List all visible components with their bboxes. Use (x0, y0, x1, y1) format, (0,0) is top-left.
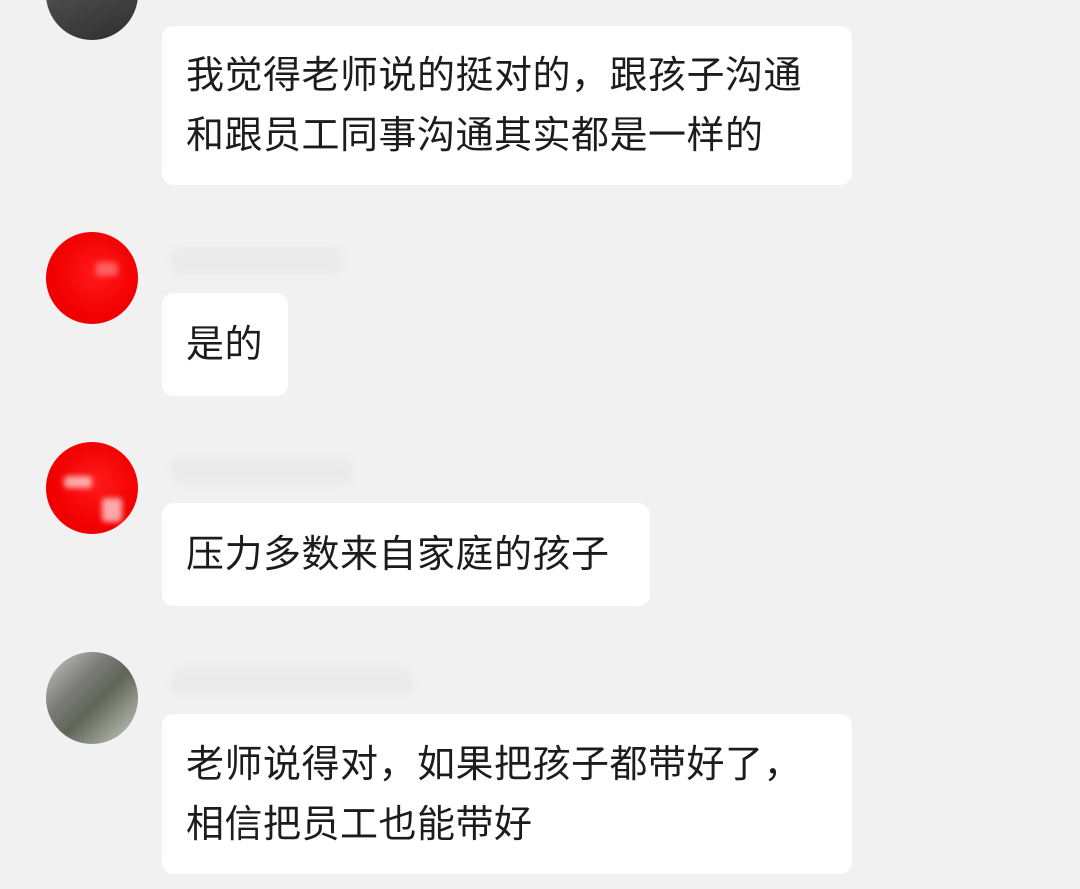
username-redacted (172, 668, 412, 694)
username-redacted (172, 458, 352, 484)
avatar-smudge (64, 476, 92, 488)
message-text-line: 老师说得对，如果把孩子都带好了， (186, 742, 803, 786)
message-text-line: 我觉得老师说的挺对的，跟孩子沟通 (186, 53, 803, 97)
message-bubble[interactable]: 压力多数来自家庭的孩子 (162, 503, 650, 606)
avatar[interactable] (46, 232, 138, 324)
message-text-line: 压力多数来自家庭的孩子 (186, 532, 610, 576)
message-text-line: 和跟员工同事沟通其实都是一样的 (186, 113, 764, 157)
message-text-line: 是的 (186, 322, 264, 366)
avatar-smudge (102, 498, 122, 522)
avatar[interactable] (46, 652, 138, 744)
avatar[interactable] (46, 442, 138, 534)
avatar[interactable] (46, 0, 138, 40)
message-text-line: 相信把员工也能带好 (186, 802, 533, 846)
avatar-smudge (96, 262, 118, 276)
username-redacted (172, 248, 342, 274)
message-bubble[interactable]: 老师说得对，如果把孩子都带好了， 相信把员工也能带好 (162, 714, 852, 874)
message-bubble[interactable]: 我觉得老师说的挺对的，跟孩子沟通 和跟员工同事沟通其实都是一样的 (162, 26, 852, 185)
message-bubble[interactable]: 是的 (162, 293, 288, 396)
